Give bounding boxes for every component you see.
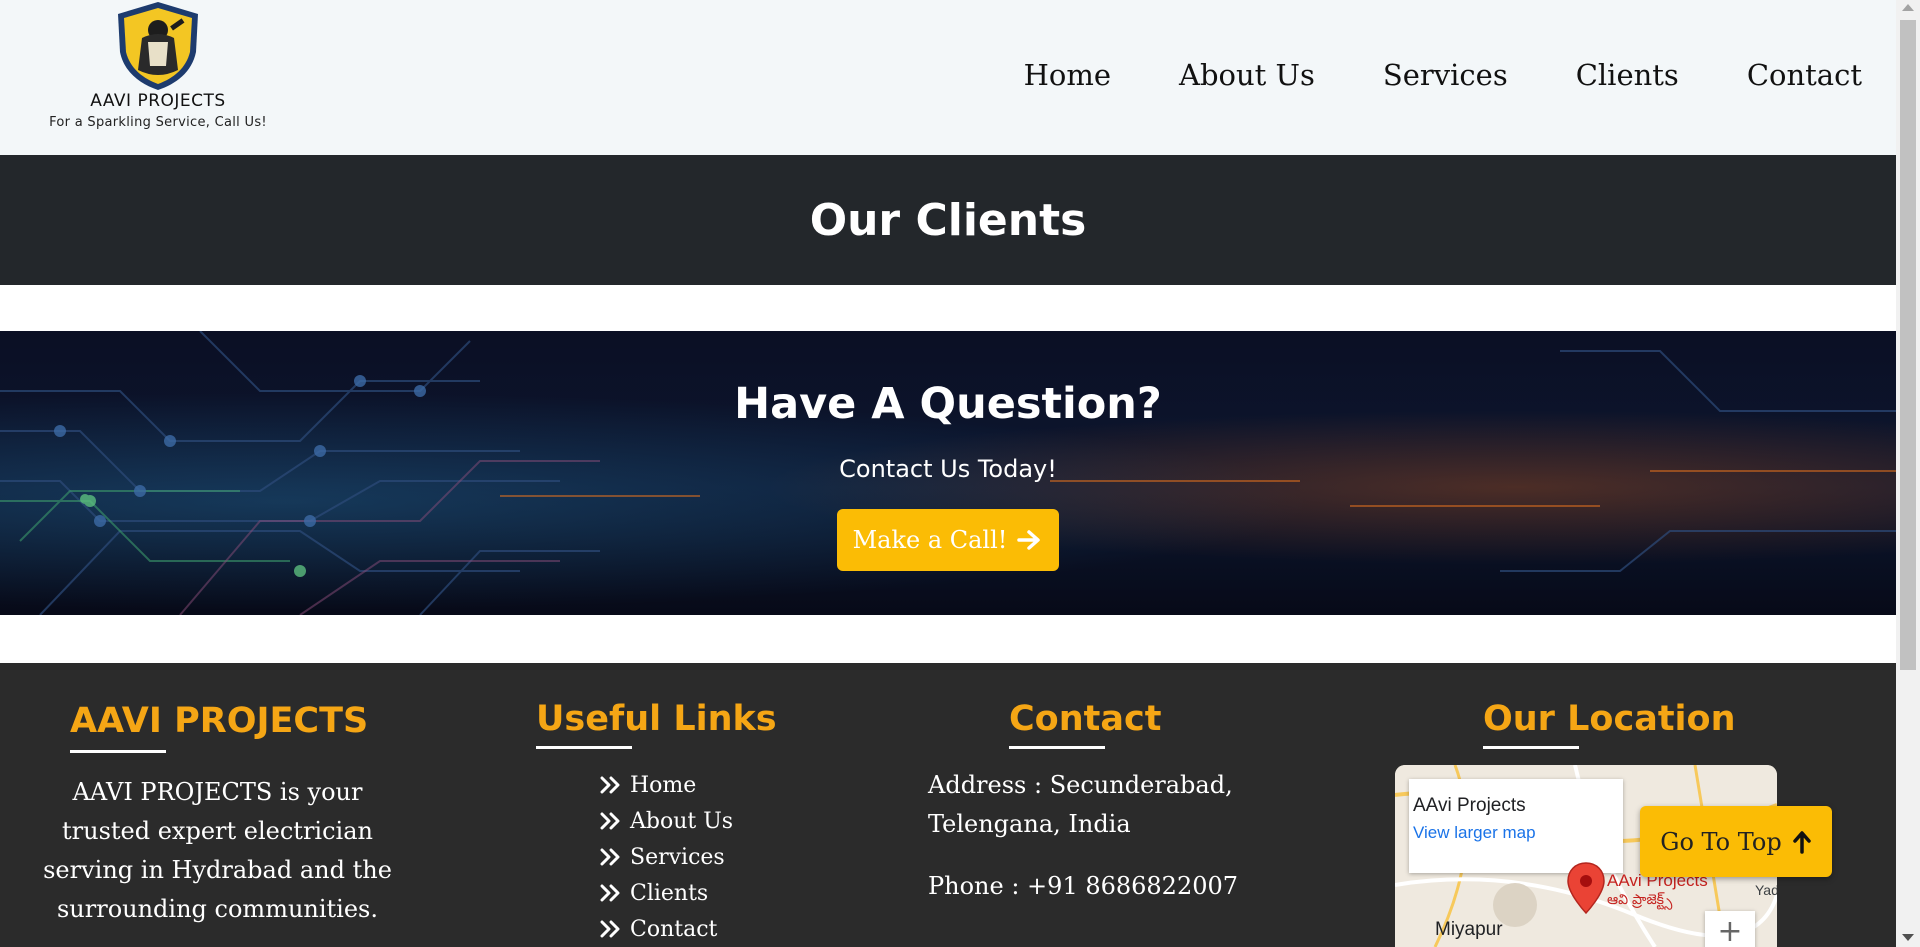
scroll-up-arrow-icon[interactable]	[1902, 4, 1914, 11]
footer-location-title: Our Location	[1483, 699, 1736, 739]
double-chevron-right-icon	[600, 812, 620, 830]
footer-link-label: Clients	[630, 880, 709, 906]
footer-link-about-us[interactable]: About Us	[600, 803, 733, 839]
logo[interactable]: AAVI PROJECTS For a Sparkling Service, C…	[36, 0, 280, 140]
footer-link-label: About Us	[630, 808, 734, 834]
arrow-up-icon	[1792, 830, 1811, 854]
go-to-top-button[interactable]: Go To Top	[1640, 806, 1832, 877]
footer-links-underline	[536, 746, 632, 749]
main-nav: Home About Us Services Clients Contact	[956, 58, 1862, 92]
nav-about-us[interactable]: About Us	[1179, 58, 1315, 92]
electrician-shield-logo-icon	[118, 2, 198, 90]
double-chevron-right-icon	[600, 884, 620, 902]
map-place-label: Yad	[1755, 882, 1777, 898]
make-a-call-button[interactable]: Make a Call!	[837, 509, 1059, 571]
map-pin-label-local: ఆవి ప్రాజెక్ట్స్	[1607, 891, 1673, 907]
footer-link-services[interactable]: Services	[600, 839, 733, 875]
nav-contact[interactable]: Contact	[1747, 58, 1862, 92]
nav-home[interactable]: Home	[1024, 58, 1111, 92]
map-card-title: AAvi Projects	[1413, 795, 1526, 816]
map-pin-icon[interactable]	[1566, 861, 1606, 915]
brand-name: AAVI PROJECTS	[90, 91, 226, 111]
arrow-right-icon	[1017, 530, 1041, 550]
page-scrollbar[interactable]	[1896, 0, 1920, 947]
view-larger-map-link[interactable]: View larger map	[1413, 823, 1536, 843]
double-chevron-right-icon	[600, 776, 620, 794]
footer-links-list: Home About Us Services Clients Contact	[600, 767, 733, 947]
footer-link-label: Contact	[630, 916, 718, 942]
footer-about-text: AAVI PROJECTS is your trusted expert ele…	[43, 778, 392, 923]
page-title-band: Our Clients	[0, 155, 1896, 285]
footer-contact-underline	[1009, 746, 1105, 749]
footer-links-title: Useful Links	[536, 699, 777, 739]
footer-link-label: Services	[630, 844, 725, 870]
footer-about-title: AAVI PROJECTS	[70, 701, 369, 741]
nav-clients[interactable]: Clients	[1576, 58, 1679, 92]
brand-tagline: For a Sparkling Service, Call Us!	[49, 115, 267, 130]
footer-contact-phone[interactable]: Phone : +91 8686822007	[928, 867, 1268, 906]
page-title: Our Clients	[809, 194, 1087, 246]
hero-title: Have A Question?	[734, 379, 1162, 429]
footer-link-contact[interactable]: Contact	[600, 911, 733, 947]
map-zoom-in-button[interactable]: +	[1705, 911, 1755, 947]
nav-services[interactable]: Services	[1383, 58, 1508, 92]
footer-location-underline	[1483, 746, 1579, 749]
site-footer: AAVI PROJECTS AAVI PROJECTS is your trus…	[0, 663, 1896, 947]
scrollbar-thumb[interactable]	[1900, 20, 1916, 670]
site-header: AAVI PROJECTS For a Sparkling Service, C…	[0, 0, 1896, 155]
footer-link-clients[interactable]: Clients	[600, 875, 733, 911]
footer-link-label: Home	[630, 772, 697, 798]
scroll-down-arrow-icon[interactable]	[1902, 934, 1914, 941]
footer-link-home[interactable]: Home	[600, 767, 733, 803]
double-chevron-right-icon	[600, 848, 620, 866]
map-place-miyapur: Miyapur	[1435, 919, 1503, 940]
contact-hero: Have A Question? Contact Us Today! Make …	[0, 331, 1896, 615]
footer-about-underline	[70, 750, 166, 753]
double-chevron-right-icon	[600, 920, 620, 938]
make-a-call-label: Make a Call!	[852, 526, 1008, 554]
hero-subtitle: Contact Us Today!	[839, 455, 1057, 483]
footer-contact-address: Address : Secunderabad, Telengana, India	[928, 771, 1233, 838]
footer-contact-title: Contact	[1009, 699, 1162, 739]
go-to-top-label: Go To Top	[1660, 827, 1782, 856]
